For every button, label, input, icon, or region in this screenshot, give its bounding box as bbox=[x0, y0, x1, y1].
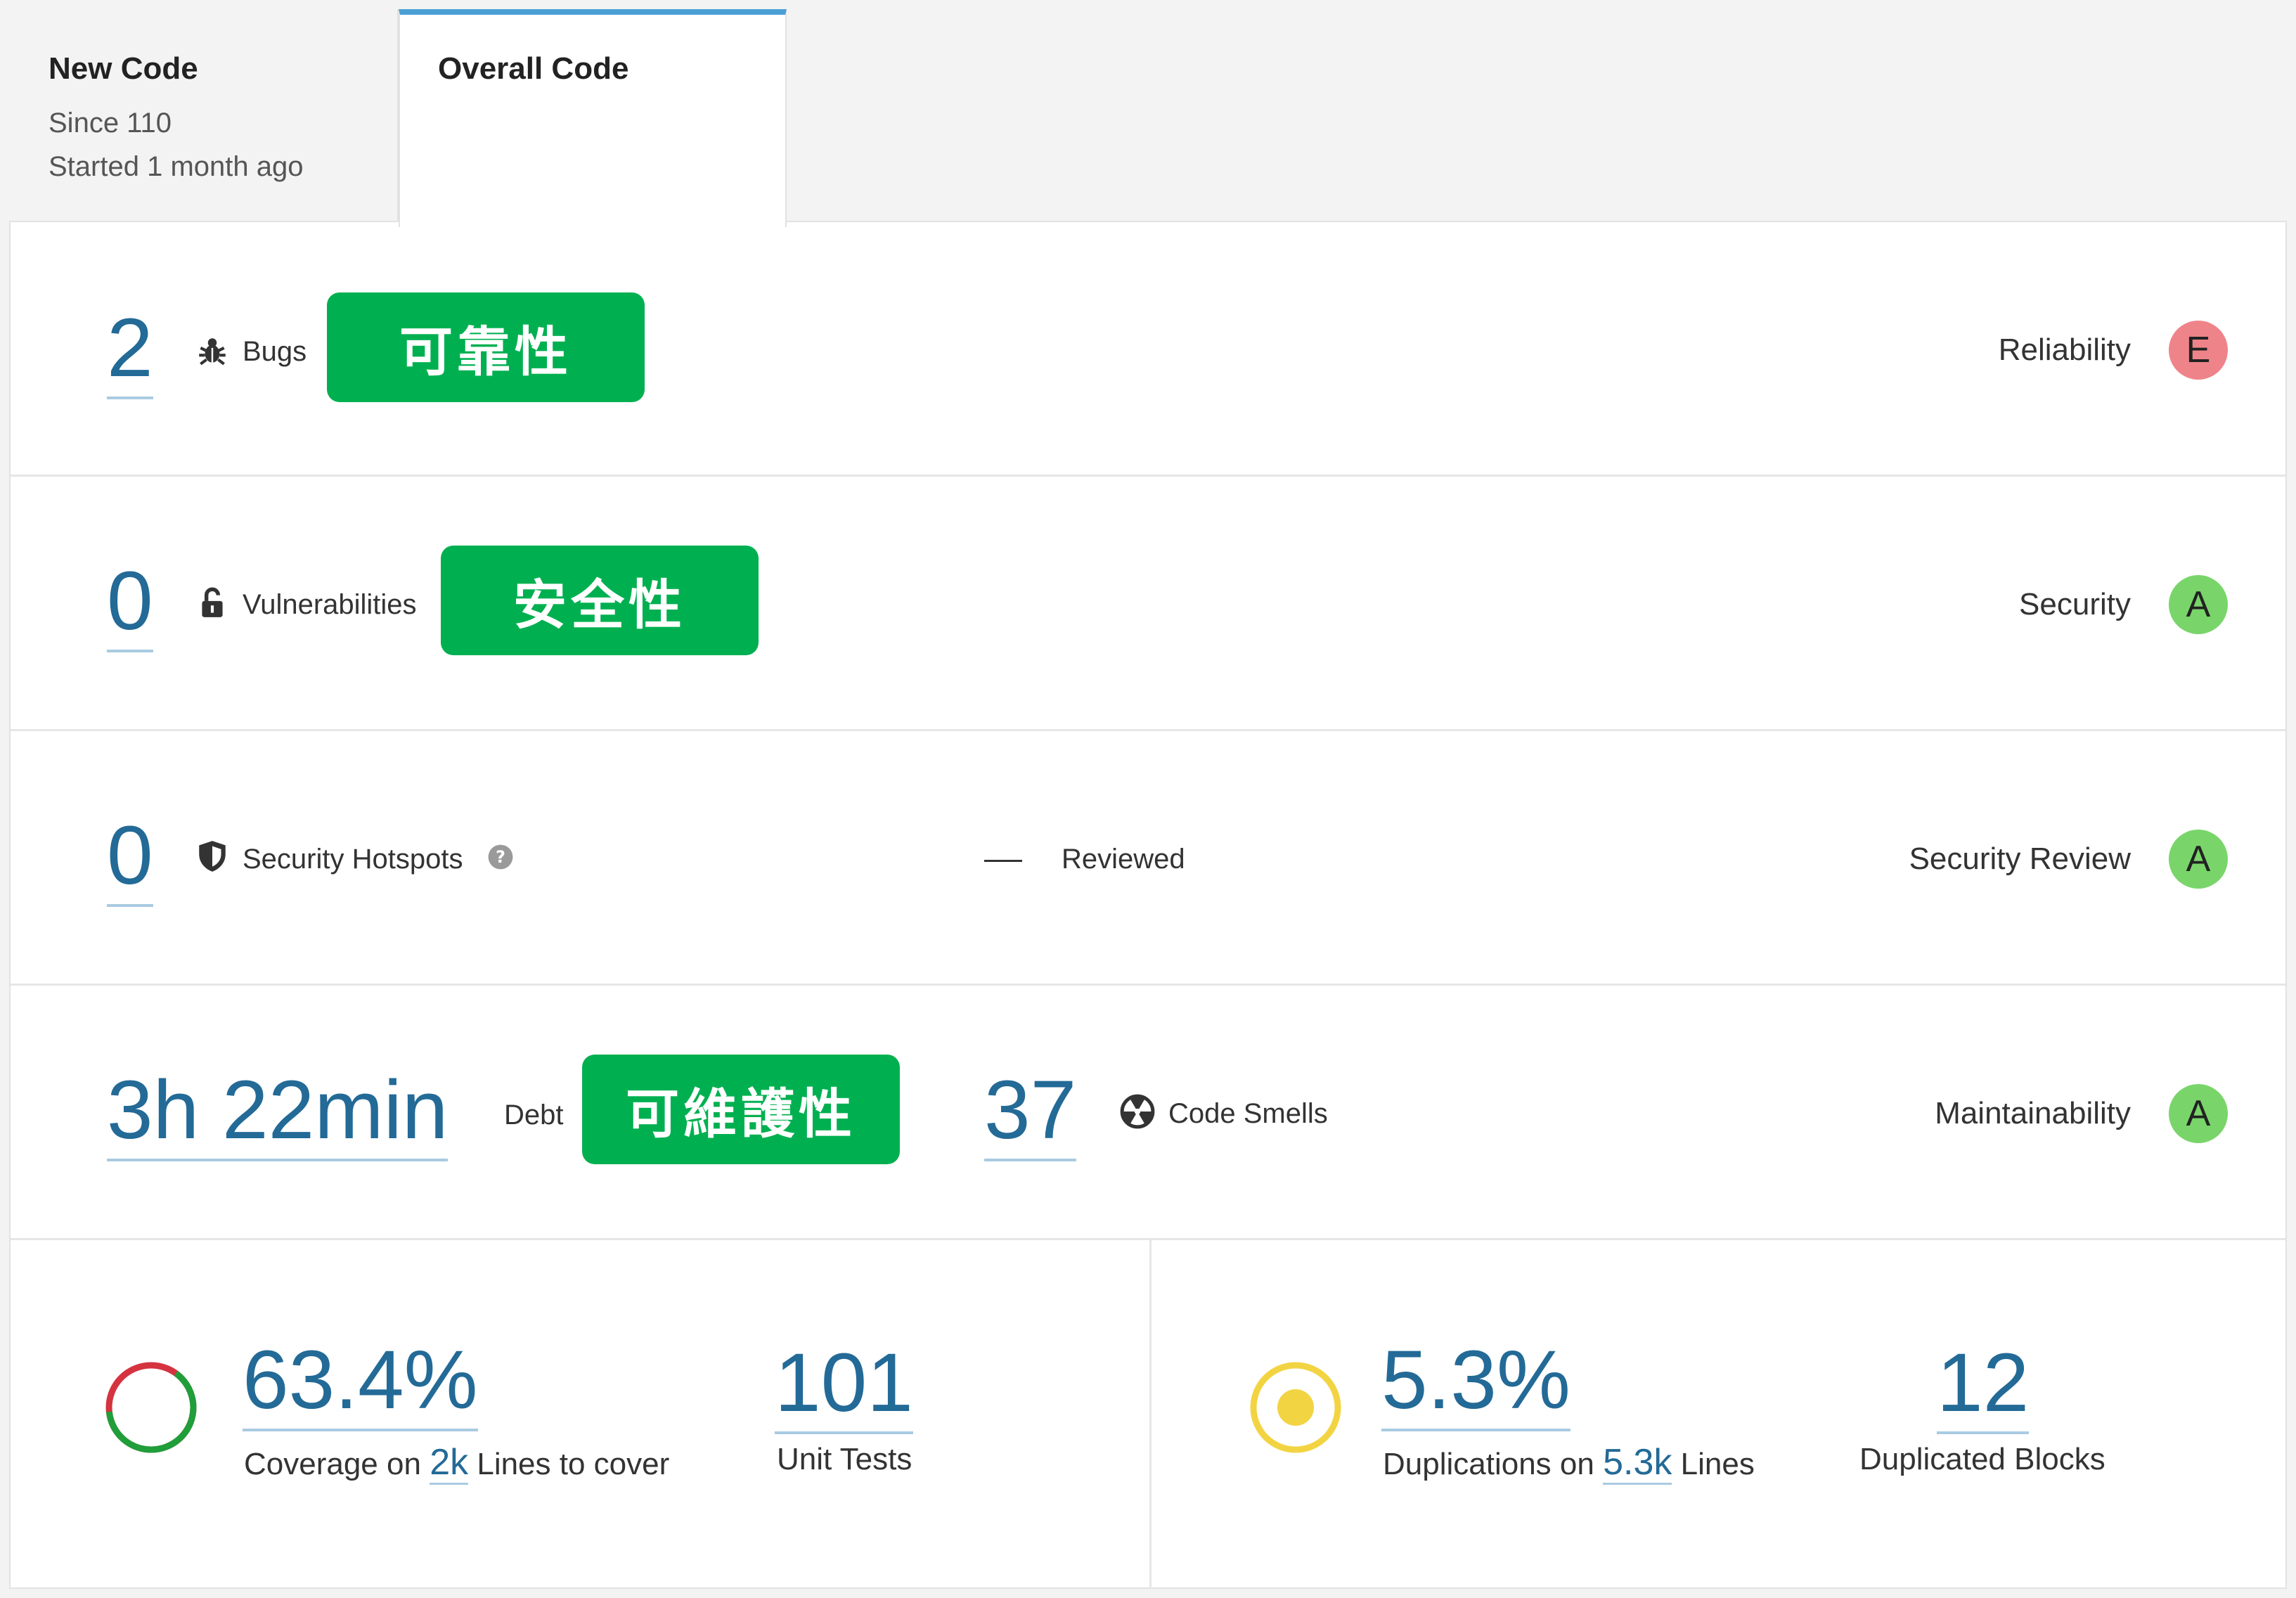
coverage-donut[interactable] bbox=[102, 1358, 200, 1457]
duplications-caption: Duplications on 5.3k Lines bbox=[1383, 1442, 1755, 1485]
coverage-caption: Coverage on 2k Lines to cover bbox=[244, 1442, 670, 1485]
tab-overall-code[interactable]: Overall Code bbox=[399, 9, 787, 227]
svg-text:?: ? bbox=[496, 847, 505, 867]
duplicated-lines-link[interactable]: 5.3k bbox=[1603, 1442, 1672, 1485]
hotspots-label[interactable]: Security Hotspots bbox=[243, 845, 463, 873]
bugs-row: 2 Bugs 可靠性 Reliability E bbox=[11, 222, 2285, 477]
bugs-label[interactable]: Bugs bbox=[243, 337, 307, 366]
security-review-rating-badge[interactable]: A bbox=[2169, 830, 2228, 889]
reviewed-empty-dash bbox=[984, 860, 1022, 862]
security-rating-badge[interactable]: A bbox=[2169, 575, 2228, 634]
reliability-rating-badge[interactable]: E bbox=[2169, 321, 2228, 380]
bug-icon bbox=[199, 338, 226, 366]
code-smells-label[interactable]: Code Smells bbox=[1168, 1100, 1328, 1128]
tab-new-code-since: Since 110 bbox=[49, 108, 172, 138]
tab-overall-code-title: Overall Code bbox=[438, 51, 629, 86]
tab-new-code-started: Started 1 month ago bbox=[49, 151, 304, 182]
unlock-icon bbox=[202, 587, 223, 617]
duplicated-blocks-label: Duplicated Blocks bbox=[1859, 1442, 2105, 1476]
duplications-caption-suffix: Lines bbox=[1680, 1447, 1755, 1481]
vulnerabilities-label[interactable]: Vulnerabilities bbox=[243, 591, 417, 619]
lines-to-cover-link[interactable]: 2k bbox=[430, 1442, 469, 1485]
shield-icon bbox=[199, 841, 226, 872]
duplications-caption-prefix: Duplications on bbox=[1383, 1447, 1594, 1481]
debt-value[interactable]: 3h 22min bbox=[107, 1069, 449, 1161]
hotspots-row: 0 Security Hotspots ? — Reviewed Securit… bbox=[11, 731, 2285, 986]
reliability-label: Reliability bbox=[1998, 333, 2131, 367]
duplications-ring-icon bbox=[1250, 1362, 1341, 1453]
security-label: Security bbox=[2019, 587, 2131, 621]
vulnerabilities-row: 0 Vulnerabilities 安全性 Security A bbox=[11, 477, 2285, 731]
measures-overview: New Code Since 110 Started 1 month ago O… bbox=[0, 0, 2296, 1598]
bottom-divider bbox=[1149, 1240, 1152, 1589]
hotspots-count[interactable]: 0 bbox=[107, 814, 153, 907]
coverage-caption-prefix: Coverage on bbox=[244, 1447, 421, 1481]
maintainability-row: 3h 22min Debt 可維護性 37 Code Smells Mainta… bbox=[11, 986, 2285, 1240]
duplicated-blocks-count[interactable]: 12 bbox=[1937, 1341, 2030, 1434]
duplications-value[interactable]: 5.3% bbox=[1381, 1339, 1571, 1431]
unit-tests-count[interactable]: 101 bbox=[775, 1341, 913, 1434]
debt-label: Debt bbox=[504, 1100, 564, 1130]
maintainability-label: Maintainability bbox=[1935, 1096, 2131, 1130]
tab-new-code[interactable]: New Code Since 110 Started 1 month ago bbox=[9, 9, 399, 221]
tab-new-code-title: New Code bbox=[49, 51, 198, 86]
code-smells-count[interactable]: 37 bbox=[984, 1069, 1077, 1161]
maintainability-rating-badge[interactable]: A bbox=[2169, 1084, 2228, 1143]
measures-panel: 2 Bugs 可靠性 Reliability E 0 Vulnerabiliti… bbox=[9, 221, 2287, 1589]
coverage-caption-suffix: Lines to cover bbox=[477, 1447, 670, 1481]
security-tag: 安全性 bbox=[441, 546, 759, 655]
security-review-label: Security Review bbox=[1909, 842, 2131, 876]
vulnerabilities-count[interactable]: 0 bbox=[107, 560, 153, 652]
coverage-value[interactable]: 63.4% bbox=[243, 1339, 478, 1431]
reviewed-label: Reviewed bbox=[1062, 844, 1185, 875]
maintainability-tag: 可維護性 bbox=[582, 1055, 900, 1164]
reliability-tag: 可靠性 bbox=[327, 292, 645, 402]
help-icon[interactable]: ? bbox=[487, 844, 514, 870]
coverage-covered-arc bbox=[105, 1362, 197, 1453]
bugs-count[interactable]: 2 bbox=[107, 307, 153, 399]
radiation-icon bbox=[1120, 1094, 1155, 1129]
unit-tests-label: Unit Tests bbox=[777, 1442, 912, 1476]
